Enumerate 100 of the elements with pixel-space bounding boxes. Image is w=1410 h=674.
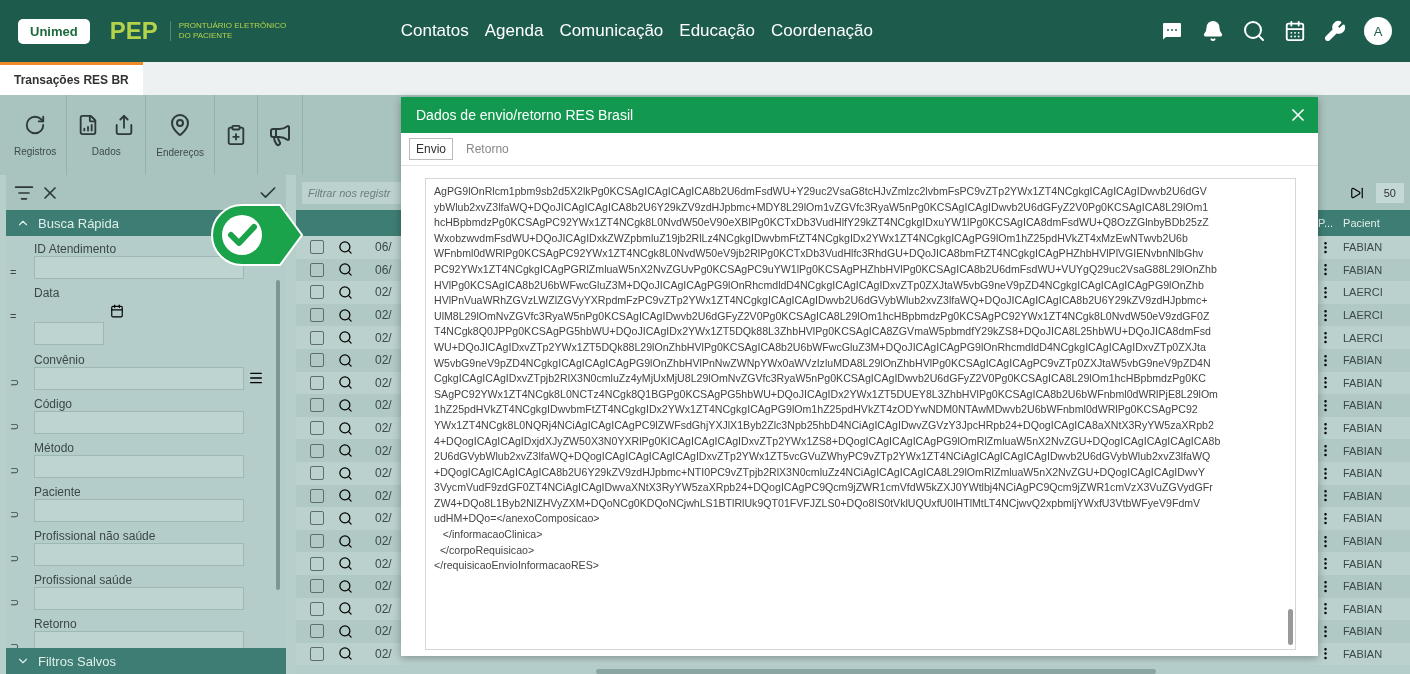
operator-symbol: ⊃ [10, 376, 20, 389]
search-icon[interactable] [338, 623, 353, 639]
toolbar-label[interactable]: Endereços [156, 146, 205, 158]
user-avatar[interactable]: A [1364, 17, 1392, 45]
row-checkbox[interactable] [310, 579, 324, 594]
dialog-title: Dados de envio/retorno RES Brasil [416, 107, 634, 123]
list-icon[interactable] [248, 370, 264, 386]
row-checkbox[interactable] [310, 624, 324, 639]
search-icon[interactable] [338, 307, 353, 323]
field-label: Profissional saúde [34, 573, 134, 587]
table-cell: 02/ [375, 330, 392, 345]
search-icon[interactable] [338, 578, 353, 594]
nav-link[interactable]: Coordenação [770, 21, 874, 41]
row-checkbox[interactable] [310, 375, 324, 390]
page-size[interactable]: 50 [1375, 182, 1404, 203]
column-header[interactable]: P... [1318, 217, 1334, 229]
table-cell: 02/ [375, 285, 392, 300]
dialog-tab[interactable]: Envio [409, 138, 454, 160]
skip-forward-icon[interactable] [1349, 185, 1364, 200]
nav-link[interactable]: Contatos [400, 21, 469, 41]
toolbar-label[interactable]: Registros [14, 145, 57, 157]
table-cell: 02/ [375, 353, 392, 368]
nav-link[interactable]: Agenda [484, 21, 544, 41]
table-cell: 02/ [375, 556, 392, 571]
row-checkbox[interactable] [310, 285, 324, 300]
row-checkbox[interactable] [310, 353, 324, 368]
table-cell: 02/ [375, 308, 392, 323]
table-cell: FABIAN [1343, 376, 1383, 389]
search-icon[interactable] [338, 510, 353, 526]
column-header[interactable]: Pacient [1343, 217, 1380, 229]
calendar-icon[interactable] [1284, 20, 1306, 42]
row-checkbox[interactable] [310, 308, 324, 323]
calendar-icon[interactable] [110, 304, 124, 318]
row-checkbox[interactable] [310, 240, 324, 255]
scrollbar[interactable] [276, 280, 280, 590]
row-checkbox[interactable] [310, 556, 324, 571]
operator-symbol: ⊃ [10, 552, 20, 565]
toolbar-label[interactable]: Dados [91, 145, 121, 157]
megaphone-icon [268, 123, 293, 147]
table-cell: LAERCI [1343, 286, 1383, 299]
table-cell: 02/ [375, 421, 392, 436]
table-cell: FABIAN [1343, 241, 1383, 254]
search-icon[interactable] [338, 285, 353, 300]
row-checkbox[interactable] [310, 398, 324, 413]
scrollbar[interactable] [1288, 609, 1293, 645]
table-cell: FABIAN [1343, 512, 1383, 525]
search-icon[interactable] [338, 397, 353, 413]
search-icon[interactable] [338, 352, 353, 368]
operator-symbol: = [10, 266, 18, 278]
row-checkbox[interactable] [310, 443, 324, 458]
wrench-icon[interactable] [1324, 20, 1346, 42]
search-icon[interactable] [338, 533, 353, 549]
table-cell: 02/ [375, 466, 392, 481]
field-label: Código [34, 397, 74, 411]
table-cell: FABIAN [1343, 399, 1383, 412]
row-checkbox[interactable] [310, 421, 324, 436]
table-cell: 02/ [375, 443, 392, 458]
table-cell: 02/ [375, 624, 392, 639]
row-checkbox[interactable] [310, 466, 324, 481]
search-icon[interactable] [338, 375, 353, 391]
table-cell: FABIAN [1343, 602, 1383, 615]
row-checkbox[interactable] [310, 511, 324, 526]
table-cell: FABIAN [1343, 444, 1383, 457]
field-label: Data [34, 286, 61, 300]
dialog-tab[interactable]: Retorno [459, 138, 516, 160]
app-name: PEP [109, 17, 158, 45]
operator-symbol: = [10, 310, 18, 322]
search-icon[interactable] [338, 420, 353, 436]
table-cell: FABIAN [1343, 489, 1383, 502]
page-tab[interactable]: Transações RES BR [0, 62, 143, 95]
row-checkbox[interactable] [310, 262, 324, 277]
search-icon[interactable] [338, 601, 353, 617]
nav-link[interactable]: Educação [679, 21, 755, 41]
row-checkbox[interactable] [310, 601, 324, 616]
row-checkbox[interactable] [310, 534, 324, 548]
search-icon[interactable] [338, 443, 353, 459]
scrollbar[interactable] [596, 669, 1156, 674]
refresh-icon [24, 113, 47, 136]
table-cell: FABIAN [1343, 625, 1383, 638]
field-label: Paciente [34, 485, 82, 499]
search-icon[interactable] [338, 646, 353, 662]
search-icon[interactable] [338, 262, 353, 278]
row-checkbox[interactable] [310, 488, 324, 503]
search-icon[interactable] [1242, 19, 1266, 43]
row-checkbox[interactable] [310, 647, 324, 661]
operator-symbol: ⊃ [10, 464, 20, 477]
field-label: Método [34, 441, 76, 455]
section-title: Busca Rápida [38, 215, 119, 231]
table-cell: 06/ [375, 240, 392, 255]
row-checkbox[interactable] [310, 330, 324, 345]
search-icon[interactable] [338, 330, 353, 346]
bell-icon[interactable] [1202, 20, 1224, 42]
table-cell: FABIAN [1343, 580, 1383, 593]
search-icon[interactable] [338, 239, 353, 255]
search-icon[interactable] [338, 465, 353, 481]
table-cell: LAERCI [1343, 331, 1383, 344]
nav-link[interactable]: Comunicação [559, 21, 664, 41]
section-header[interactable]: Filtros Salvos [6, 648, 286, 674]
search-icon[interactable] [338, 556, 353, 572]
search-icon[interactable] [338, 488, 353, 504]
